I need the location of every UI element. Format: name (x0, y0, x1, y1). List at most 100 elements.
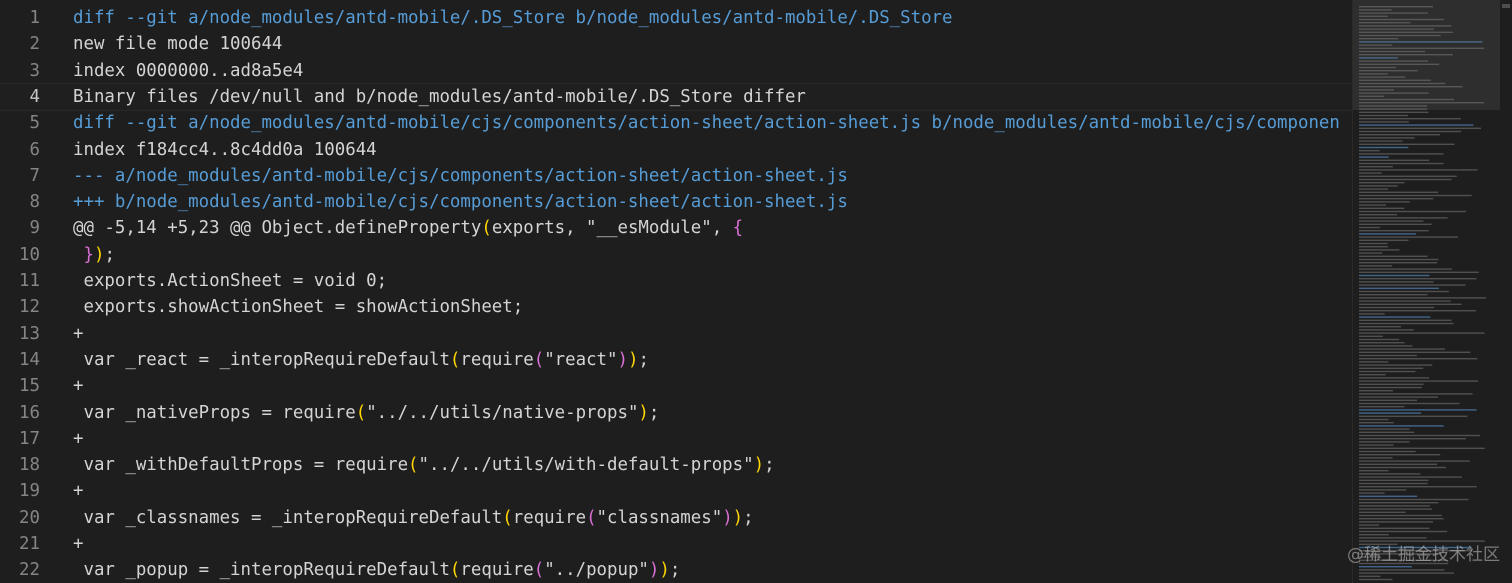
minimap-line (1359, 303, 1462, 305)
minimap-line (1359, 511, 1406, 513)
line-text: var _withDefaultProps = require("../../u… (73, 452, 774, 478)
minimap-line (1359, 284, 1466, 286)
minimap-line (1359, 118, 1461, 120)
minimap-line (1359, 329, 1414, 331)
code-token: diff --git a/node_modules/antd-mobile/cj… (73, 113, 1340, 134)
line-text: + (73, 373, 83, 399)
code-line[interactable]: 9 @@ -5,14 +5,23 @@ Object.defineProperty… (0, 215, 1352, 241)
code-line[interactable]: 18 var _withDefaultProps = require("../.… (0, 452, 1352, 478)
vertical-scrollbar[interactable] (1500, 0, 1512, 583)
minimap-line (1359, 578, 1393, 581)
minimap-line (1359, 383, 1424, 385)
code-line[interactable]: 12 exports.showActionSheet = showActionS… (0, 294, 1352, 320)
code-line[interactable]: 8 +++ b/node_modules/antd-mobile/cjs/comp… (0, 189, 1352, 215)
code-line[interactable]: 15 + (0, 373, 1352, 399)
code-line[interactable]: 3 index 0000000..ad8a5e4 (0, 58, 1352, 84)
line-text: var _react = _interopRequireDefault(requ… (73, 347, 648, 373)
minimap-line (1359, 479, 1429, 481)
line-number: 19 (19, 481, 40, 502)
line-text: new file mode 100644 (73, 31, 282, 57)
line-text: }); (73, 242, 114, 268)
minimap-line (1359, 134, 1440, 136)
code-line[interactable]: 19 + (0, 478, 1352, 504)
code-token: var _nativeProps = require (73, 402, 356, 423)
minimap-line (1359, 162, 1444, 165)
code-token: + (73, 534, 84, 554)
minimap-slider[interactable] (1353, 0, 1512, 110)
minimap-line (1359, 498, 1469, 501)
line-number: 3 (29, 60, 40, 81)
minimap-line (1359, 444, 1394, 446)
minimap-line (1359, 396, 1439, 398)
minimap-line (1359, 402, 1460, 405)
line-text: var _popup = _interopRequireDefault(requ… (73, 557, 680, 583)
code-line[interactable]: 2 new file mode 100644 (0, 31, 1352, 57)
minimap-line (1359, 415, 1468, 417)
minimap-line (1359, 294, 1428, 296)
minimap-line (1359, 412, 1422, 414)
minimap-line (1359, 265, 1393, 267)
minimap-line (1359, 441, 1410, 443)
code-token: ( (586, 507, 597, 528)
line-text: var _nativeProps = require("../../utils/… (73, 400, 659, 426)
code-line[interactable]: 4 Binary files /dev/null and b/node_modul… (0, 82, 1352, 112)
minimap-line (1359, 146, 1409, 149)
code-line[interactable]: 7 --- a/node_modules/antd-mobile/cjs/comp… (0, 163, 1352, 189)
code-line[interactable]: 10 }); (0, 242, 1352, 268)
minimap-line (1359, 268, 1452, 270)
minimap-line (1359, 210, 1466, 213)
code-token: require (460, 560, 534, 581)
code-token: + (73, 428, 84, 449)
scrollbar-thumb[interactable] (1502, 4, 1510, 8)
line-number: 9 (29, 218, 40, 239)
minimap-line (1359, 518, 1444, 520)
code-line[interactable]: 1 diff --git a/node_modules/antd-mobile/.… (0, 5, 1352, 31)
code-line[interactable]: 14 var _react = _interopRequireDefault(r… (0, 347, 1352, 373)
minimap-line (1359, 466, 1447, 469)
code-token: ) (732, 507, 744, 528)
minimap-line (1359, 226, 1380, 229)
minimap-line (1359, 434, 1481, 437)
minimap-line (1359, 191, 1439, 193)
minimap-line (1359, 233, 1417, 235)
minimap-line (1359, 319, 1452, 321)
minimap-line (1359, 399, 1417, 401)
code-line[interactable]: 16 var _nativeProps = require("../../uti… (0, 400, 1352, 426)
code-line[interactable]: 20 var _classnames = _interopRequireDefa… (0, 505, 1352, 531)
line-number: 6 (29, 139, 40, 160)
minimap-line (1359, 489, 1407, 491)
code-token: diff --git a/node_modules/antd-mobile/.D… (73, 8, 953, 28)
minimap-line (1359, 332, 1485, 334)
minimap-line (1359, 351, 1471, 353)
code-token: + (73, 323, 84, 344)
code-line[interactable]: 13 + (0, 321, 1352, 347)
code-line[interactable]: 21 + (0, 531, 1352, 557)
line-number: 11 (19, 271, 40, 291)
code-token: ( (533, 349, 545, 370)
minimap-line (1359, 217, 1448, 219)
code-token: ( (355, 402, 367, 423)
minimap-line (1359, 409, 1477, 411)
code-line[interactable]: 17 + (0, 426, 1352, 452)
code-line[interactable]: 11 exports.ActionSheet = void 0; (0, 268, 1352, 294)
minimap-line (1359, 406, 1405, 408)
line-number: 14 (19, 349, 40, 370)
minimap-line (1359, 431, 1415, 433)
code-area[interactable]: 1 diff --git a/node_modules/antd-mobile/.… (0, 0, 1352, 583)
code-token: "../../utils/with-default-props" (418, 455, 754, 476)
code-token: exports.showActionSheet = showActionShee… (73, 297, 524, 318)
code-token: ( (449, 349, 461, 370)
code-token: var _classnames = _interopRequireDefault (73, 507, 503, 528)
line-number: 5 (29, 113, 40, 134)
line-text: exports.showActionSheet = showActionShee… (73, 294, 523, 320)
code-line[interactable]: 5 diff --git a/node_modules/antd-mobile/c… (0, 110, 1352, 136)
code-token: ( (449, 560, 461, 581)
minimap-line (1359, 252, 1383, 254)
minimap[interactable] (1352, 0, 1512, 583)
minimap-line (1359, 572, 1454, 574)
code-line[interactable]: 6 index f184cc4..8c4dd0a 100644 (0, 137, 1352, 163)
minimap-line (1359, 460, 1470, 462)
code-line[interactable]: 22 var _popup = _interopRequireDefault(r… (0, 557, 1352, 583)
minimap-line (1359, 428, 1410, 430)
code-token: "../popup" (544, 560, 649, 581)
